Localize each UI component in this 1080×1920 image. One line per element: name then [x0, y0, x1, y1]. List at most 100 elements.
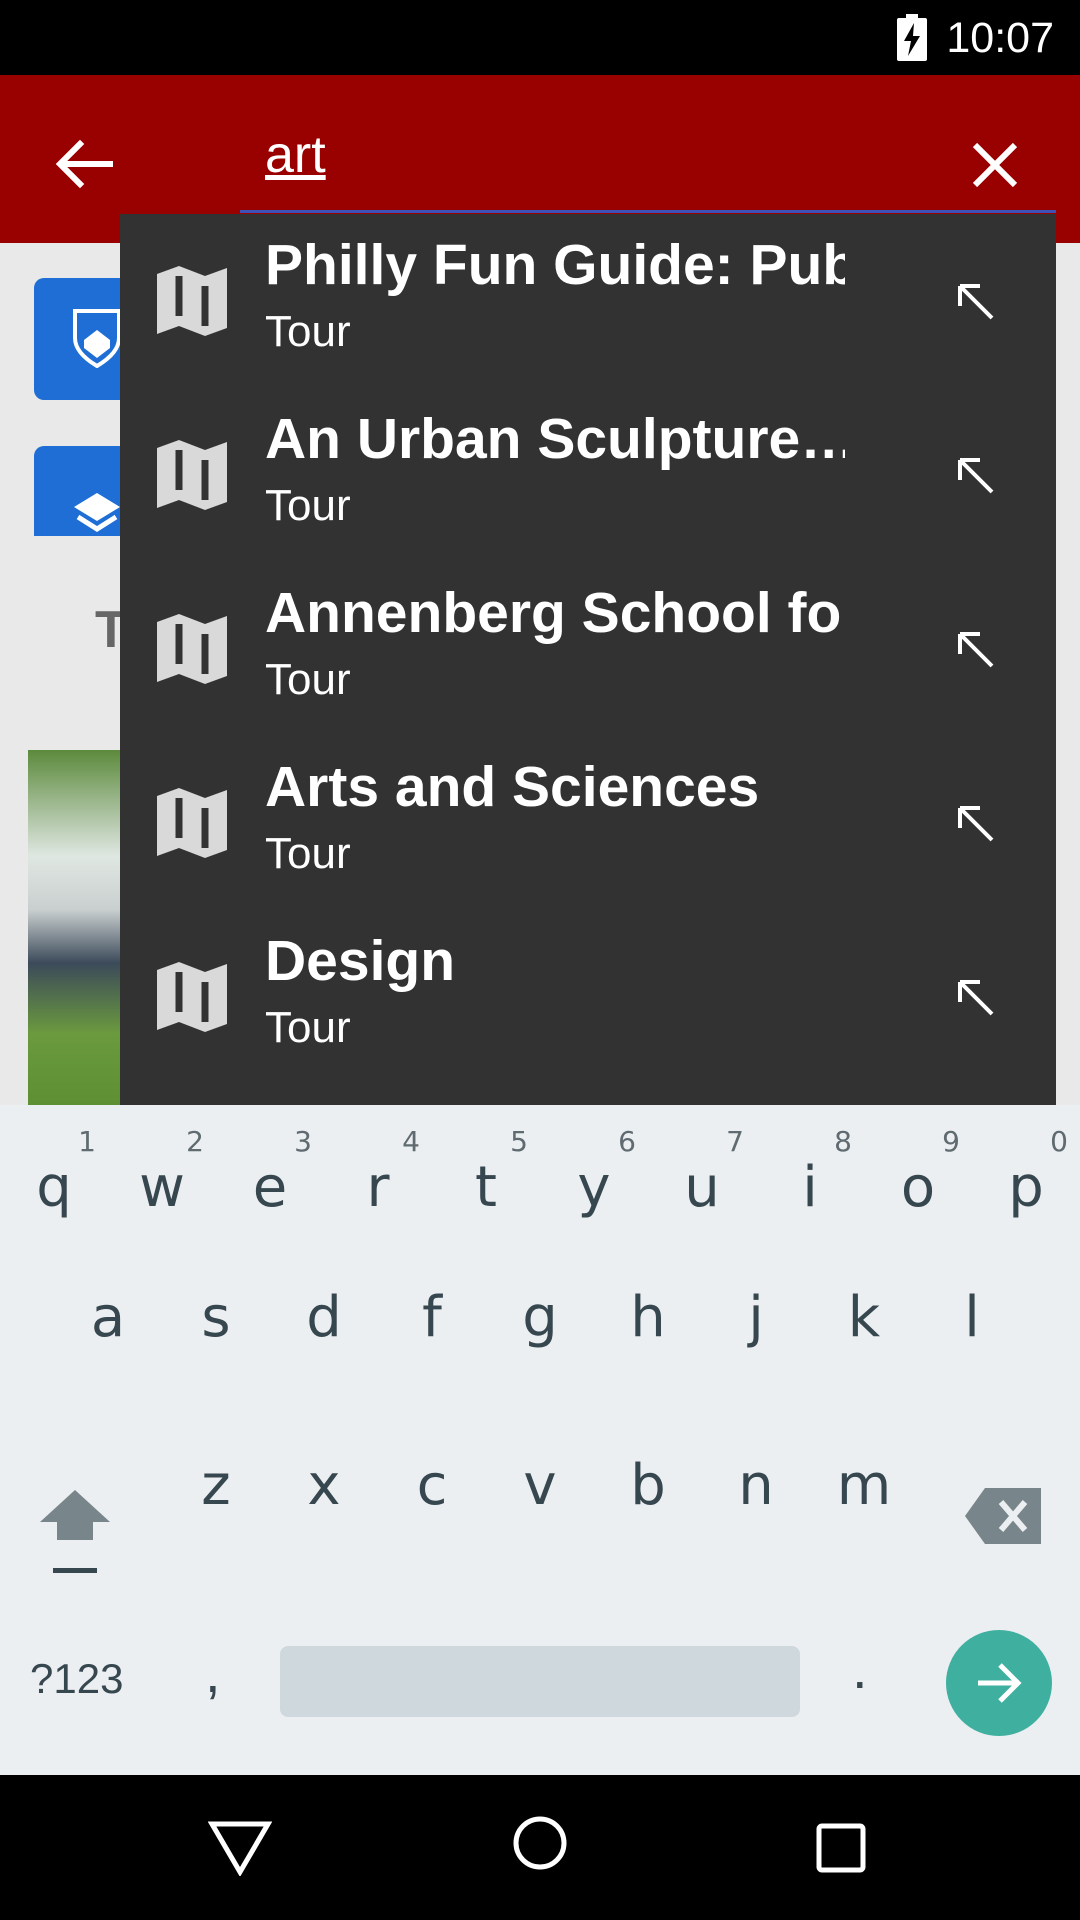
comma-key[interactable]: , — [205, 1640, 221, 1705]
key-label: o — [900, 1155, 936, 1220]
arrow-up-left-icon[interactable] — [950, 276, 1000, 326]
key-hint: 8 — [834, 1125, 852, 1158]
key-label: v — [523, 1453, 557, 1518]
key-p[interactable]: 0p — [972, 1105, 1080, 1265]
key-label: u — [684, 1155, 720, 1220]
arrow-up-left-icon[interactable] — [950, 972, 1000, 1022]
tour-photo[interactable] — [28, 750, 128, 1105]
suggestion-item[interactable]: Arts and Sciences Tour — [120, 736, 1056, 910]
close-icon[interactable] — [960, 130, 1030, 200]
map-icon — [157, 266, 227, 336]
key-f[interactable]: f — [378, 1265, 486, 1425]
category-card-icon[interactable] — [34, 278, 134, 400]
nav-back-icon[interactable] — [208, 1820, 272, 1876]
key-label: n — [738, 1453, 774, 1518]
suggestion-title: Philly Fun Guide: Pub… — [265, 233, 845, 297]
suggestion-subtitle: Tour — [265, 481, 351, 530]
key-label: k — [847, 1285, 881, 1350]
map-icon — [157, 614, 227, 684]
space-key[interactable] — [280, 1646, 800, 1717]
nav-home-icon[interactable] — [512, 1815, 568, 1871]
key-label: r — [366, 1155, 390, 1220]
key-label: y — [577, 1155, 611, 1220]
key-label: b — [630, 1453, 666, 1518]
key-g[interactable]: g — [486, 1265, 594, 1425]
key-z[interactable]: z — [162, 1433, 270, 1593]
key-label: a — [90, 1285, 126, 1350]
suggestion-subtitle: Tour — [265, 829, 351, 878]
suggestion-item[interactable]: An Urban Sculpture… Tour — [120, 388, 1056, 562]
key-label: j — [748, 1285, 764, 1350]
key-s[interactable]: s — [162, 1265, 270, 1425]
key-q[interactable]: 1q — [0, 1105, 108, 1265]
battery-charging-icon — [897, 14, 927, 61]
shift-icon[interactable] — [35, 1490, 115, 1580]
key-x[interactable]: x — [270, 1433, 378, 1593]
key-label: q — [36, 1155, 72, 1220]
go-button[interactable] — [946, 1630, 1052, 1736]
key-d[interactable]: d — [270, 1265, 378, 1425]
key-label: i — [802, 1155, 818, 1220]
category-card-icon[interactable] — [34, 446, 134, 536]
arrow-right-icon — [978, 1663, 1022, 1703]
key-a[interactable]: a — [54, 1265, 162, 1425]
arrow-up-left-icon[interactable] — [950, 798, 1000, 848]
shield-icon — [73, 309, 121, 368]
key-t[interactable]: 5t — [432, 1105, 540, 1265]
suggestion-subtitle: Tour — [265, 307, 351, 356]
key-label: f — [422, 1285, 442, 1350]
key-b[interactable]: b — [594, 1433, 702, 1593]
key-l[interactable]: l — [918, 1265, 1026, 1425]
key-m[interactable]: m — [810, 1433, 918, 1593]
map-icon — [157, 962, 227, 1032]
arrow-up-left-icon[interactable] — [950, 624, 1000, 674]
key-k[interactable]: k — [810, 1265, 918, 1425]
key-u[interactable]: 7u — [648, 1105, 756, 1265]
key-label: x — [307, 1453, 341, 1518]
key-hint: 1 — [78, 1125, 96, 1158]
key-o[interactable]: 9o — [864, 1105, 972, 1265]
symbols-key[interactable]: ?123 — [30, 1655, 123, 1703]
key-hint: 6 — [618, 1125, 636, 1158]
key-n[interactable]: n — [702, 1433, 810, 1593]
key-y[interactable]: 6y — [540, 1105, 648, 1265]
key-hint: 2 — [186, 1125, 204, 1158]
key-w[interactable]: 2w — [108, 1105, 216, 1265]
key-label: t — [475, 1155, 497, 1220]
key-label: e — [252, 1155, 288, 1220]
layers-icon — [74, 493, 120, 532]
key-i[interactable]: 8i — [756, 1105, 864, 1265]
suggestion-title: Arts and Sciences — [265, 755, 760, 819]
key-e[interactable]: 3e — [216, 1105, 324, 1265]
key-label: w — [139, 1155, 185, 1220]
map-icon — [157, 788, 227, 858]
key-label: h — [630, 1285, 666, 1350]
back-arrow-icon[interactable] — [50, 130, 118, 198]
key-hint: 3 — [294, 1125, 312, 1158]
period-key[interactable]: . — [852, 1636, 868, 1701]
search-query[interactable]: art — [265, 125, 326, 185]
suggestion-title: Annenberg School fo… — [265, 581, 845, 645]
key-label: c — [416, 1453, 448, 1518]
backspace-icon[interactable] — [965, 1488, 1041, 1544]
search-suggestions: Philly Fun Guide: Pub… Tour An Urban Scu… — [120, 214, 1056, 1105]
system-nav-bar — [0, 1775, 1080, 1920]
suggestion-item[interactable]: Annenberg School fo… Tour — [120, 562, 1056, 736]
arrow-up-left-icon[interactable] — [950, 450, 1000, 500]
key-c[interactable]: c — [378, 1433, 486, 1593]
key-r[interactable]: 4r — [324, 1105, 432, 1265]
key-hint: 0 — [1050, 1125, 1068, 1158]
status-bar: 10:07 — [0, 0, 1080, 75]
suggestion-title: An Urban Sculpture… — [265, 407, 845, 471]
key-label: p — [1008, 1155, 1044, 1220]
suggestion-item[interactable]: Design Tour — [120, 910, 1056, 1084]
key-label: m — [836, 1453, 892, 1518]
key-j[interactable]: j — [702, 1265, 810, 1425]
key-h[interactable]: h — [594, 1265, 702, 1425]
key-v[interactable]: v — [486, 1433, 594, 1593]
suggestion-title: Design — [265, 929, 456, 993]
search-input[interactable]: art — [240, 75, 1056, 213]
suggestion-item[interactable]: Philly Fun Guide: Pub… Tour — [120, 214, 1056, 388]
key-label: d — [306, 1285, 342, 1350]
nav-recents-icon[interactable] — [816, 1823, 866, 1873]
